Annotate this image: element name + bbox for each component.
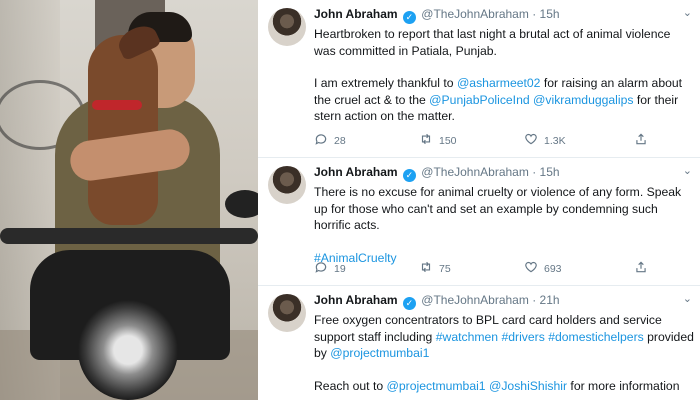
avatar[interactable] [268,294,306,332]
display-name[interactable]: John Abraham [314,293,398,307]
share-icon [634,132,648,149]
timestamp[interactable]: 21h [540,293,560,307]
mention-link[interactable]: @vikramduggalips [533,93,633,107]
tweet-feed: John Abraham ✓ @TheJohnAbraham · 15h ⌄ H… [258,0,700,400]
tweet-paragraph: Reach out to @projectmumbai1 @JoshiShish… [314,378,694,395]
replies-count: 19 [334,262,346,275]
tweet[interactable]: John Abraham ✓ @TheJohnAbraham · 15h ⌄ T… [258,158,700,286]
mention-link[interactable]: @asharmeet02 [457,76,541,90]
hashtag-link[interactable]: #watchmen [436,330,498,344]
text-segment: I am extremely thankful to [314,76,457,90]
retweets-count: 150 [439,134,457,147]
retweet-icon [419,260,433,277]
separator-dot: · [532,7,537,21]
like-button[interactable]: 693 [524,260,562,277]
handle[interactable]: @TheJohnAbraham [421,165,529,179]
motorcycle-headlight [78,300,178,400]
likes-count: 1.3K [544,134,566,147]
tweet[interactable]: John Abraham ✓ @TheJohnAbraham · 15h ⌄ H… [258,0,700,158]
hashtag-link[interactable]: #drivers [501,330,544,344]
likes-count: 693 [544,262,562,275]
tweet-body: John Abraham ✓ @TheJohnAbraham · 21h ⌄ F… [314,292,694,394]
share-icon [634,260,648,277]
tweet-text: Heartbroken to report that last night a … [314,26,694,125]
dog-collar [92,100,142,110]
hashtag-link[interactable]: #domestichelpers [548,330,644,344]
tweet-header: John Abraham ✓ @TheJohnAbraham · 15h [314,164,694,182]
text-segment: for more information [567,378,680,393]
mention-link[interactable]: @PunjabPoliceInd [429,93,529,107]
share-button[interactable] [634,260,648,277]
chevron-down-icon[interactable]: ⌄ [683,6,692,19]
share-button[interactable] [634,132,648,149]
retweets-count: 75 [439,262,451,275]
chevron-down-icon[interactable]: ⌄ [683,292,692,305]
reply-icon [314,260,328,277]
reply-button[interactable]: 19 [314,260,346,277]
chevron-down-icon[interactable]: ⌄ [683,164,692,177]
retweet-button[interactable]: 75 [419,260,451,277]
display-name[interactable]: John Abraham [314,165,398,179]
tweet-actions: 28 150 1.3K [314,132,700,148]
tweet-actions: 19 75 693 [314,260,700,276]
reply-button[interactable]: 28 [314,132,346,149]
retweet-icon [419,132,433,149]
avatar[interactable] [268,166,306,204]
tweet-paragraph: I am extremely thankful to @asharmeet02 … [314,75,694,125]
heart-icon [524,260,538,277]
verified-badge-icon: ✓ [402,169,416,182]
retweet-button[interactable]: 150 [419,132,457,149]
separator-dot: · [532,293,537,307]
avatar[interactable] [268,8,306,46]
heart-icon [524,132,538,149]
display-name[interactable]: John Abraham [314,7,398,21]
mention-link[interactable]: @projectmumbai1 [387,379,486,393]
replies-count: 28 [334,134,346,147]
tweet-text: Free oxygen concentrators to BPL card ca… [314,312,694,394]
handle[interactable]: @TheJohnAbraham [421,7,529,21]
text-segment: Heartbroken to report that last night a … [314,27,671,58]
mention-link[interactable]: @projectmumbai1 [330,346,429,360]
verified-badge-icon: ✓ [402,11,416,24]
dog [88,35,158,225]
tweet-header: John Abraham ✓ @TheJohnAbraham · 21h [314,292,694,310]
tweet[interactable]: John Abraham ✓ @TheJohnAbraham · 21h ⌄ F… [258,286,700,400]
handle[interactable]: @TheJohnAbraham [421,293,529,307]
text-segment: Reach out to [314,378,387,393]
verified-badge-icon: ✓ [402,297,416,310]
tweet-body: John Abraham ✓ @TheJohnAbraham · 15h ⌄ H… [314,6,694,125]
tweet-header: John Abraham ✓ @TheJohnAbraham · 15h [314,6,694,24]
timestamp[interactable]: 15h [540,165,560,179]
mention-link[interactable]: @JoshiShishir [489,379,567,393]
motorcycle-handlebar [0,228,258,244]
tweet-text: There is no excuse for animal cruelty or… [314,184,694,266]
tweet-body: John Abraham ✓ @TheJohnAbraham · 15h ⌄ T… [314,164,694,266]
photo-john-abraham-with-dog [0,0,258,400]
separator-dot: · [532,165,537,179]
tweet-paragraph: There is no excuse for animal cruelty or… [314,184,694,234]
text-segment: There is no excuse for animal cruelty or… [314,185,682,232]
like-button[interactable]: 1.3K [524,132,566,149]
motorcycle-mirror [225,190,258,218]
tweet-paragraph: Heartbroken to report that last night a … [314,26,694,59]
timestamp[interactable]: 15h [540,7,560,21]
tweet-paragraph: Free oxygen concentrators to BPL card ca… [314,312,694,362]
reply-icon [314,132,328,149]
